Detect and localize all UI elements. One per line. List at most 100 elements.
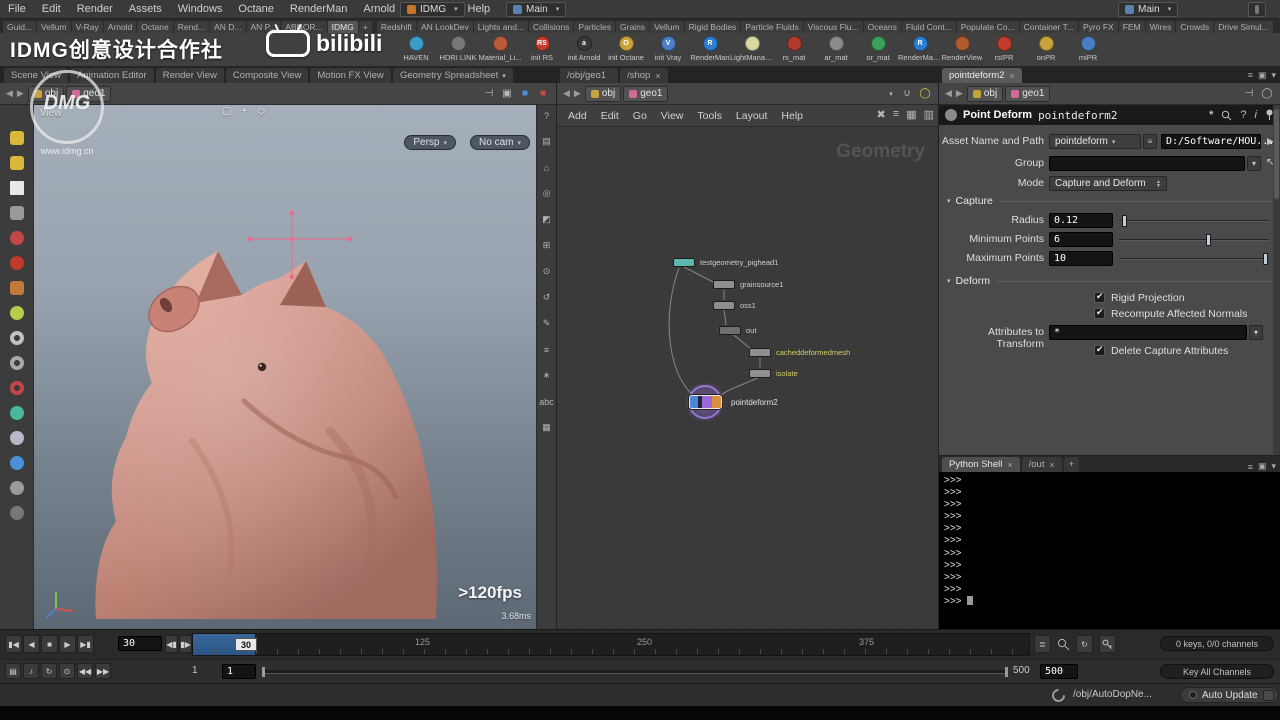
prev-frame-button[interactable]: ◀▮ [165, 635, 178, 653]
pane-dropdown-icon[interactable]: ▾ [1271, 461, 1276, 472]
tool-icon[interactable] [9, 181, 24, 195]
playback-option-button[interactable]: ▤ [5, 663, 21, 679]
shelf-tool[interactable]: LightManager [730, 34, 774, 62]
key-all-channels-button[interactable]: Key All Channels [1160, 664, 1274, 679]
menu-item[interactable]: Edit [594, 108, 626, 124]
pane-tab[interactable]: /obj/geo1 [560, 68, 619, 83]
add-tab-button[interactable]: + [1063, 457, 1080, 472]
shelf-tab[interactable]: AN P... [246, 21, 281, 33]
shelf-tab[interactable]: Collisions [529, 21, 574, 33]
timeline-options-button[interactable]: ≣ [1034, 635, 1051, 653]
asset-path-field[interactable]: D:/Software/HOU... [1161, 134, 1274, 149]
path-chip[interactable]: geo1 [623, 85, 669, 102]
shelf-tool[interactable]: onPR [1025, 34, 1067, 62]
shelf-tab[interactable]: Guid... [3, 21, 37, 33]
desktop-selector[interactable]: IDMG [400, 1, 465, 17]
menu-item[interactable]: Edit [34, 1, 69, 17]
menu-item[interactable]: Help [460, 1, 499, 17]
menu-item[interactable]: Layout [729, 108, 775, 124]
tool-icon[interactable] [9, 431, 24, 445]
graph-node[interactable]: isolate [749, 369, 798, 378]
tool-icon[interactable] [9, 381, 24, 395]
graph-node[interactable]: cacheddeformedmesh [749, 348, 850, 357]
pane-menu-icon[interactable]: ≡ [1248, 70, 1253, 81]
checkbox[interactable] [1094, 291, 1105, 303]
link-circle-icon[interactable]: ◯ [1260, 87, 1274, 101]
group-field[interactable] [1049, 156, 1245, 171]
node-body[interactable] [689, 395, 722, 409]
list-icon[interactable]: ≡ [893, 108, 899, 121]
tool-icon[interactable] [9, 331, 24, 345]
shelf-tab[interactable]: Octane [137, 21, 173, 33]
param-slider[interactable] [1119, 213, 1269, 228]
viewport-mode-icon[interactable]: + [241, 106, 247, 117]
shelf-tab[interactable]: Vellum [650, 21, 684, 33]
shelf-tab[interactable]: Container T... [1019, 21, 1078, 33]
fg-swatch-icon[interactable]: ■ [536, 87, 550, 101]
display-option-icon[interactable]: ≡ [540, 343, 554, 356]
node-body[interactable] [719, 326, 741, 335]
shelf-tab[interactable]: IDMG [327, 21, 358, 33]
tab-out[interactable]: /out [1021, 457, 1062, 472]
param-slider[interactable] [1119, 232, 1269, 247]
camera-button[interactable]: No cam [470, 135, 530, 150]
scene-viewport[interactable]: View ▢ + ◇ Persp No cam >120fps 3.68ms [34, 105, 536, 629]
shelf-tab[interactable]: Vellum [37, 21, 71, 33]
shelf-tab[interactable]: Lights and... [473, 21, 529, 33]
forward-arrow-icon[interactable]: ▶ [956, 88, 963, 99]
pane-split-icon[interactable]: ▣ [1258, 70, 1267, 81]
node-body[interactable] [673, 258, 695, 267]
graph-node[interactable]: oss1 [713, 301, 756, 310]
range-end-field[interactable]: 500 [1040, 664, 1078, 679]
shelf-tab[interactable]: AN LookDev [417, 21, 473, 33]
help-icon[interactable]: ? [1240, 109, 1246, 121]
shelf-tool[interactable]: a init Arnold [563, 34, 605, 62]
path-chip[interactable]: obj [27, 85, 65, 102]
display-option-icon[interactable]: ⌂ [540, 161, 554, 174]
shelf-tool[interactable]: O init Octane [605, 34, 647, 62]
magnet-icon[interactable]: ∪ [900, 87, 914, 101]
recent-network-path[interactable]: /obj/AutoDopNe... [1073, 689, 1152, 700]
path-dropdown-icon[interactable] [882, 87, 896, 101]
transport-button[interactable]: ▮◀ [5, 635, 22, 653]
shelf-tab[interactable]: Wires [1145, 21, 1176, 33]
current-frame-field[interactable]: 30 [118, 636, 162, 651]
menu-item[interactable]: Windows [170, 1, 231, 17]
asset-menu-button[interactable]: ≡ [1143, 134, 1157, 149]
node-graph[interactable]: Geometry testgeometry_pighead1 grainsour… [557, 127, 939, 629]
node-body[interactable] [749, 348, 771, 357]
tab-python-shell[interactable]: Python Shell [942, 457, 1020, 472]
back-arrow-icon[interactable]: ◀ [6, 88, 13, 99]
shelf-tool[interactable]: or_mat [857, 34, 899, 62]
shelf-tool[interactable]: miPR [1067, 34, 1109, 62]
search-icon[interactable] [1057, 638, 1070, 651]
playback-option-button[interactable]: ♪ [23, 663, 39, 679]
shelf-tab[interactable]: Fluid Cont... [901, 21, 956, 33]
transport-button[interactable]: ◀ [23, 635, 40, 653]
range-handle-start[interactable] [262, 667, 265, 677]
playback-option-button[interactable]: ↻ [41, 663, 57, 679]
resize-corner-icon[interactable] [1263, 690, 1274, 701]
frame-ruler[interactable]: 125 250 375 30 [192, 633, 1030, 656]
playback-option-button[interactable]: ▶▶ [95, 663, 111, 679]
menu-item[interactable]: File [0, 1, 34, 17]
deform-section-header[interactable]: Deform [947, 275, 1272, 287]
transport-button[interactable]: ▶ [59, 635, 76, 653]
pane-tab[interactable]: Render View [155, 68, 224, 83]
value-field[interactable]: 10 [1049, 251, 1113, 266]
pane-tab[interactable]: /shop × [620, 68, 668, 83]
shelf-tool[interactable]: RS init RS [521, 34, 563, 62]
slider-handle[interactable] [1122, 215, 1127, 227]
graph-node[interactable]: testgeometry_pighead1 [673, 258, 778, 267]
forward-arrow-icon[interactable]: ▶ [17, 88, 24, 99]
shelf-tab[interactable]: Pyro FX [1078, 21, 1118, 33]
pane-tab[interactable]: Composite View [225, 68, 309, 83]
tool-icon[interactable] [9, 306, 24, 320]
selected-node-pointdeform2[interactable]: pointdeform2 [685, 382, 805, 422]
shelf-tool[interactable]: HAVEN [395, 34, 437, 62]
node-name-field[interactable]: pointdeform2 [1038, 109, 1117, 122]
shelf-tab[interactable]: Viscous Flu... [803, 21, 863, 33]
node-body[interactable] [713, 280, 735, 289]
playhead[interactable]: 30 [235, 638, 257, 651]
pane-dropdown-icon[interactable]: ▾ [1271, 70, 1276, 81]
